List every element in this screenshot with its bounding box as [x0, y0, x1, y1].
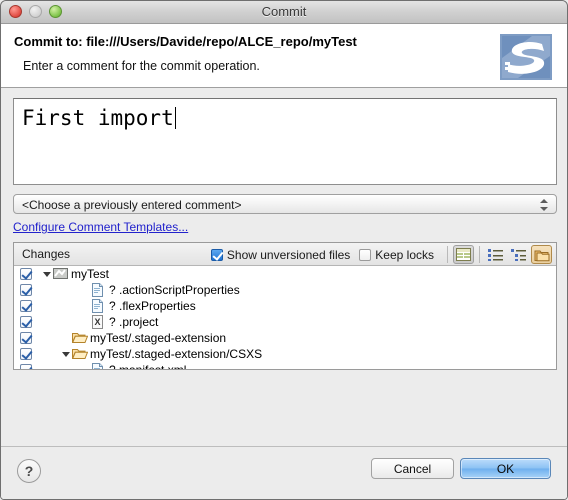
tree-row-label: ? .project — [109, 315, 159, 329]
folder-icon — [71, 331, 89, 345]
commit-dialog: Commit Commit to: file:///Users/Davide/r… — [0, 0, 568, 500]
tree-row-label: ? .actionScriptProperties — [109, 283, 240, 297]
checkbox-box — [210, 248, 223, 261]
file-icon — [91, 299, 107, 313]
tree-row-label: myTest/.staged-extension — [90, 331, 227, 345]
row-checkbox[interactable] — [20, 332, 32, 344]
flat-list-button[interactable] — [485, 245, 506, 264]
subversion-logo — [498, 32, 554, 82]
tree-row[interactable]: myTest/.staged-extension — [14, 330, 556, 346]
changes-tree[interactable]: myTest ? .actionScriptProperties ? .flexPr… — [14, 266, 556, 369]
show-unversioned-files-label: Show unversioned files — [226, 247, 351, 262]
tree-row[interactable]: X ? .project — [14, 314, 556, 330]
flat-list-icon — [488, 249, 503, 261]
tree-row-label: ? manifest.xml — [109, 363, 186, 369]
table-icon — [456, 248, 471, 261]
tree-row-label: ? .flexProperties — [109, 299, 196, 313]
cancel-button[interactable]: Cancel — [371, 458, 454, 479]
row-checkbox[interactable] — [20, 316, 32, 328]
changes-toolbar: Changes Show unversioned files Keep lock… — [14, 243, 556, 266]
tree-row[interactable]: myTest/.staged-extension/CSXS — [14, 346, 556, 362]
show-unversioned-files-checkbox[interactable]: Show unversioned files — [210, 247, 351, 262]
twisty-expanded-icon[interactable] — [61, 346, 72, 362]
changes-title: Changes — [22, 247, 71, 261]
row-checkbox[interactable] — [20, 268, 32, 280]
dialog-footer: ? Cancel OK — [1, 446, 567, 499]
row-checkbox[interactable] — [20, 364, 32, 369]
file-icon — [91, 283, 107, 297]
twisty-expanded-icon[interactable] — [42, 266, 53, 282]
row-checkbox[interactable] — [20, 284, 32, 296]
project-icon — [53, 267, 69, 281]
window-title: Commit — [261, 4, 307, 19]
tree-row[interactable]: ? .flexProperties — [14, 298, 556, 314]
comment-text: First import — [22, 106, 176, 130]
folder-icon — [71, 347, 89, 361]
keep-locks-checkbox[interactable]: Keep locks — [359, 248, 434, 262]
tree-row[interactable]: ? .actionScriptProperties — [14, 282, 556, 298]
compressed-folders-icon — [534, 250, 549, 261]
comment-textarea[interactable]: First import — [13, 98, 557, 185]
ok-button[interactable]: OK — [460, 458, 551, 479]
header-instruction: Enter a comment for the commit operation… — [23, 59, 260, 73]
keep-locks-label: Keep locks — [375, 247, 434, 262]
file-icon — [91, 363, 107, 369]
compressed-folders-button[interactable] — [531, 245, 552, 264]
stepper-arrows-icon — [540, 198, 549, 212]
checkbox-box — [359, 248, 372, 261]
dialog-body: First import <Choose a previously entere… — [1, 88, 567, 499]
tree-row-label: myTest/.staged-extension/CSXS — [90, 347, 263, 361]
tree-list-button[interactable] — [508, 245, 529, 264]
title-bar: Commit — [1, 1, 567, 24]
svg-text:X: X — [94, 317, 100, 327]
tree-list-icon — [511, 249, 526, 261]
configure-comment-templates-link[interactable]: Configure Comment Templates... — [13, 220, 188, 234]
previous-comments-value: <Choose a previously entered comment> — [22, 198, 242, 212]
help-button[interactable]: ? — [17, 459, 41, 483]
previous-comments-dropdown[interactable]: <Choose a previously entered comment> — [13, 194, 557, 214]
xml-file-icon: X — [91, 315, 107, 329]
tree-row[interactable]: ? manifest.xml — [14, 362, 556, 369]
toolbar-divider — [447, 246, 448, 263]
dialog-header: Commit to: file:///Users/Davide/repo/ALC… — [1, 24, 567, 88]
changes-panel: Changes Show unversioned files Keep lock… — [13, 242, 557, 370]
tree-row-label: myTest — [71, 267, 110, 281]
text-caret — [174, 107, 176, 129]
commit-target-path: Commit to: file:///Users/Davide/repo/ALC… — [14, 34, 357, 49]
row-checkbox[interactable] — [20, 300, 32, 312]
tree-row[interactable]: myTest — [14, 266, 556, 282]
table-view-button[interactable] — [453, 245, 474, 264]
row-checkbox[interactable] — [20, 348, 32, 360]
toolbar-divider — [479, 246, 480, 263]
